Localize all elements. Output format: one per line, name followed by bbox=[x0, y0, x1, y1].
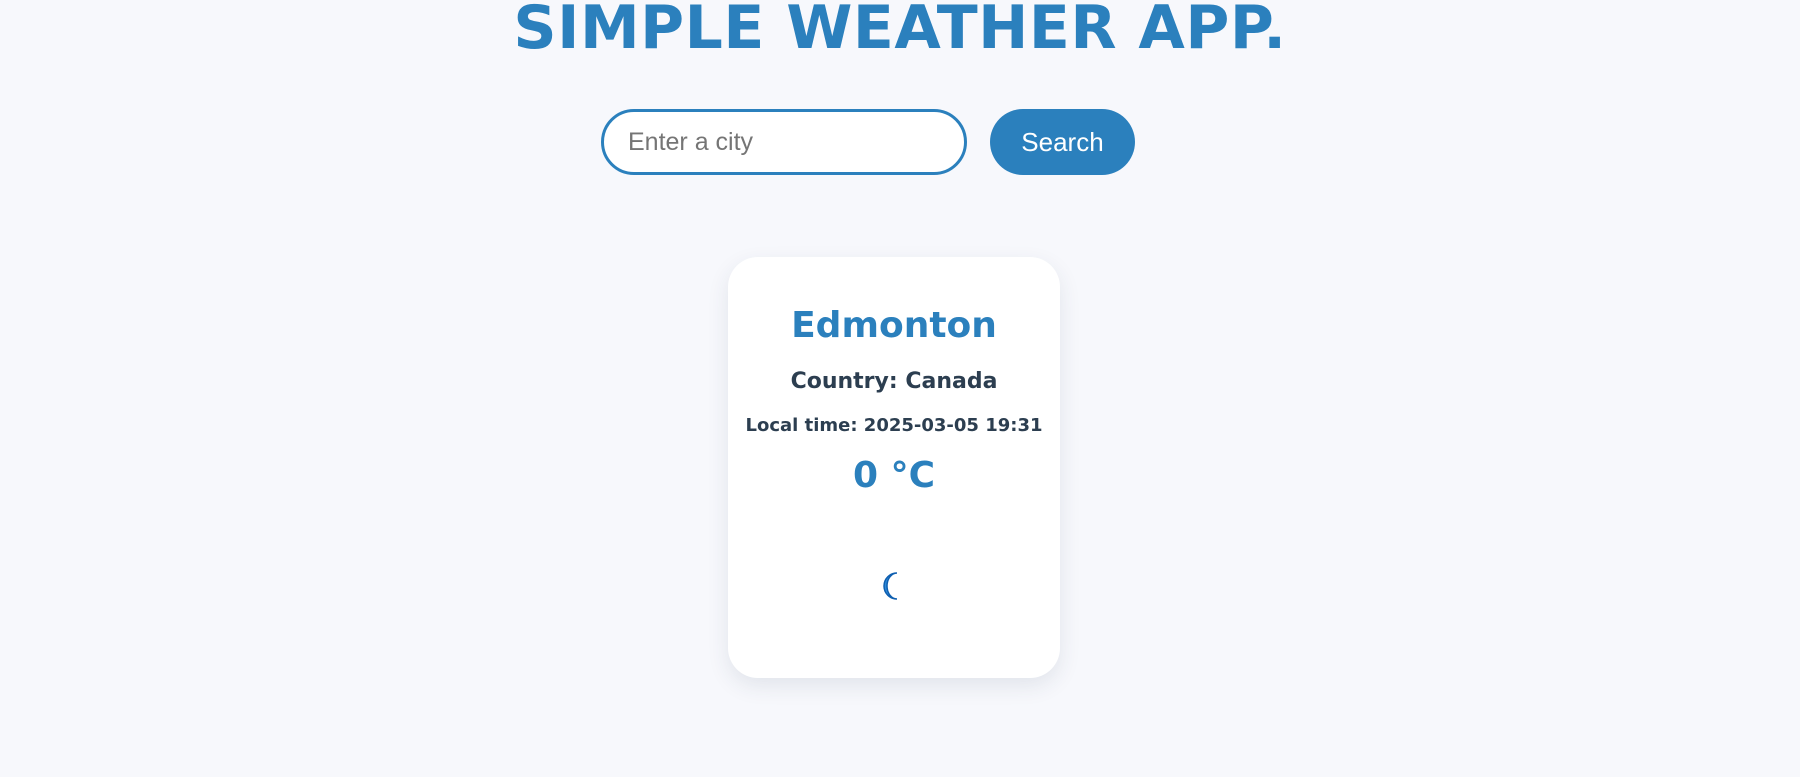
crescent-moon-icon bbox=[883, 572, 898, 600]
search-button[interactable]: Search bbox=[990, 109, 1135, 175]
app-title: SIMPLE WEATHER APP. bbox=[513, 0, 1287, 63]
city-name: Edmonton bbox=[791, 305, 997, 346]
weather-card: Edmonton Country: Canada Local time: 202… bbox=[728, 257, 1060, 678]
local-time-label: Local time: 2025-03-05 19:31 bbox=[745, 415, 1043, 436]
temperature-value: 0 °C bbox=[852, 455, 935, 496]
city-search-input[interactable] bbox=[601, 109, 967, 175]
search-bar: Search bbox=[601, 109, 1135, 175]
country-label: Country: Canada bbox=[790, 369, 998, 394]
